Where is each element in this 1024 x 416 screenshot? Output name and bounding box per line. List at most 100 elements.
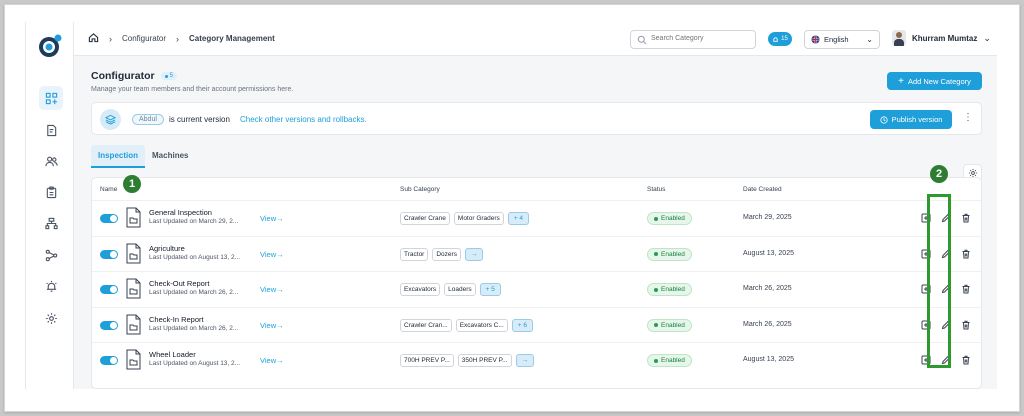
- row-updated: Last Updated on March 26, 2...: [149, 289, 239, 297]
- status-dot: [654, 358, 658, 363]
- table-row: Check-In Report Last Updated on March 26…: [92, 306, 981, 342]
- edit-column-highlight: [927, 194, 951, 368]
- add-new-category-button[interactable]: + Add New Category: [887, 72, 982, 90]
- status-dot: [654, 323, 658, 328]
- top-bar: › Configurator › Category Management 15 …: [74, 22, 997, 56]
- row-name: General Inspection: [149, 208, 212, 217]
- more-sub-categories-button[interactable]: + 6: [511, 318, 534, 332]
- bell-icon: [773, 36, 778, 42]
- delete-trash-icon[interactable]: [960, 283, 972, 295]
- status-label: Enabled: [661, 250, 685, 258]
- tab-inspection[interactable]: Inspection: [91, 145, 146, 168]
- delete-trash-icon[interactable]: [960, 319, 972, 331]
- header-date-created: Date Created: [743, 186, 782, 193]
- more-sub-categories-button[interactable]: →: [464, 247, 484, 261]
- home-icon[interactable]: [88, 32, 99, 45]
- view-label: View: [260, 356, 277, 366]
- folder-document-icon: [126, 278, 141, 299]
- sub-category-chips: Crawler Cran... Excavators C... + 6: [400, 318, 534, 332]
- versions-rollbacks-link[interactable]: Check other versions and rollbacks.: [240, 115, 367, 124]
- enable-toggle[interactable]: [100, 214, 118, 223]
- delete-trash-icon[interactable]: [960, 354, 972, 366]
- folder-document-icon: [126, 314, 141, 335]
- configurator-icon[interactable]: [39, 86, 63, 110]
- settings-icon[interactable]: [39, 306, 63, 330]
- status-dot: [654, 287, 658, 292]
- count-value: 5: [169, 73, 173, 79]
- users-icon[interactable]: [39, 149, 63, 173]
- workflow-icon[interactable]: [39, 243, 63, 267]
- tab-bar: Inspection Machines: [91, 145, 195, 168]
- annotation-marker-2: 2: [930, 165, 948, 183]
- main-content: Configurator 5 Manage your team members …: [74, 56, 997, 389]
- date-created: March 29, 2025: [743, 214, 792, 221]
- user-menu[interactable]: Khurram Mumtaz ⌄: [892, 30, 991, 46]
- clipboard-icon[interactable]: [39, 180, 63, 204]
- language-label: English: [824, 35, 849, 44]
- delete-trash-icon[interactable]: [960, 212, 972, 224]
- category-table: Name Sub Category Status Date Created Ge…: [91, 177, 982, 389]
- more-sub-categories-button[interactable]: + 5: [479, 283, 501, 297]
- more-sub-categories-button[interactable]: + 4: [507, 212, 530, 225]
- row-name: Check-Out Report: [149, 279, 210, 289]
- language-select[interactable]: English ⌄: [804, 30, 880, 49]
- more-options-icon[interactable]: ⋮: [962, 112, 974, 123]
- header-sub-category: Sub Category: [400, 186, 440, 193]
- tab-machines[interactable]: Machines: [145, 145, 195, 168]
- row-name: Check-In Report: [149, 314, 204, 324]
- sub-category-chip: Dozers: [432, 247, 461, 261]
- row-updated: Last Updated on March 29, 2...: [149, 218, 239, 225]
- view-link[interactable]: View→: [260, 285, 284, 294]
- sub-category-chip: Crawler Cran...: [400, 318, 452, 332]
- version-status-text: is current version: [169, 115, 230, 124]
- alarm-icon[interactable]: [39, 274, 63, 298]
- view-label: View: [260, 249, 277, 259]
- status-label: Enabled: [661, 357, 685, 365]
- table-row: Check-Out Report Last Updated on March 2…: [92, 271, 981, 306]
- sub-category-chips: 700H PREV P... 350H PREV P... →: [400, 354, 535, 368]
- count-badge: 5: [160, 72, 177, 80]
- header-name: Name: [100, 186, 118, 193]
- page-title: Configurator: [91, 70, 155, 82]
- more-sub-categories-button[interactable]: →: [515, 354, 535, 368]
- version-bar: Abdul is current version Check other ver…: [91, 102, 982, 135]
- row-updated: Last Updated on August 13, 2...: [149, 253, 241, 261]
- date-created: August 13, 2025: [743, 356, 794, 364]
- publish-label: Publish version: [891, 115, 943, 124]
- arrow-right-icon: →: [276, 285, 284, 295]
- row-updated: Last Updated on August 13, 2...: [149, 360, 241, 368]
- search-icon: [637, 35, 647, 45]
- folder-document-icon: [126, 243, 141, 264]
- status-badge: Enabled: [647, 212, 692, 225]
- delete-trash-icon[interactable]: [960, 248, 972, 260]
- app-logo[interactable]: [37, 33, 63, 59]
- search-input[interactable]: [651, 35, 751, 42]
- sub-category-chips: Tractor Dozers →: [400, 247, 484, 261]
- view-link[interactable]: View→: [260, 214, 284, 223]
- hierarchy-icon[interactable]: [39, 211, 63, 235]
- version-user-chip: Abdul: [132, 114, 164, 125]
- status-badge: Enabled: [647, 247, 692, 261]
- view-link[interactable]: View→: [260, 321, 284, 330]
- add-button-label: Add New Category: [907, 76, 971, 86]
- breadcrumb-configurator[interactable]: Configurator: [122, 34, 166, 43]
- view-link[interactable]: View→: [260, 250, 284, 259]
- row-name: Wheel Loader: [149, 350, 196, 360]
- view-link[interactable]: View→: [260, 356, 284, 365]
- view-label: View: [260, 214, 277, 223]
- report-icon[interactable]: [39, 118, 63, 142]
- sub-category-chip: Motor Graders: [453, 212, 504, 225]
- uk-flag-icon: [811, 35, 820, 44]
- search-box[interactable]: [630, 30, 756, 49]
- enable-toggle[interactable]: [100, 285, 118, 295]
- arrow-right-icon: →: [276, 249, 284, 259]
- date-created: August 13, 2025: [743, 249, 794, 257]
- view-label: View: [260, 285, 277, 295]
- enable-toggle[interactable]: [100, 356, 118, 366]
- publish-version-button[interactable]: Publish version: [870, 110, 952, 129]
- status-badge: Enabled: [647, 354, 692, 368]
- enable-toggle[interactable]: [100, 320, 118, 330]
- sub-category-chip: 350H PREV P...: [457, 354, 512, 368]
- notification-badge[interactable]: 15: [768, 32, 792, 46]
- enable-toggle[interactable]: [100, 249, 118, 259]
